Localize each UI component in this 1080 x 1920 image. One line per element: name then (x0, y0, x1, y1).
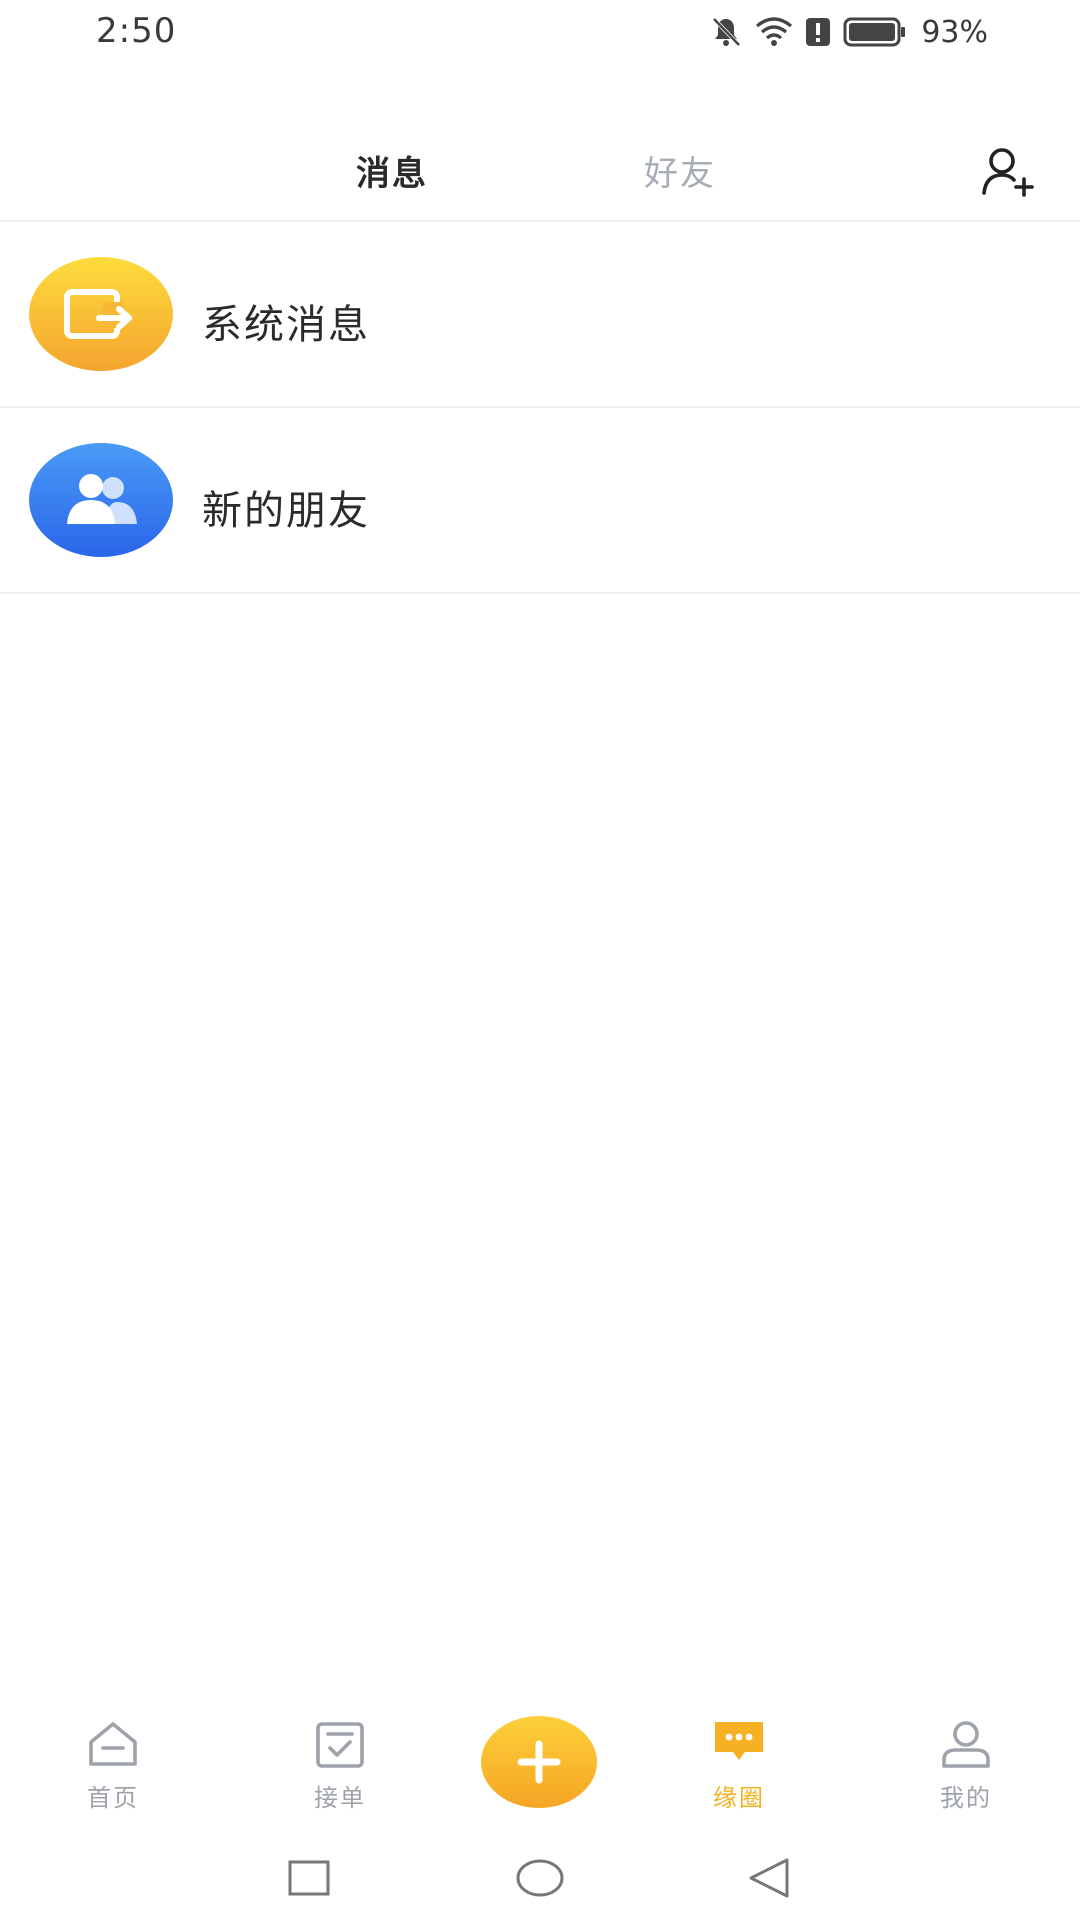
nav-label: 我的 (940, 1784, 992, 1812)
header: 消息 好友 (0, 120, 1080, 220)
list-item-new-friends[interactable]: 新的朋友 (0, 408, 1080, 592)
profile-icon (942, 1721, 990, 1768)
plus-icon (517, 1740, 561, 1784)
list-item-system-messages[interactable]: 系统消息 (0, 222, 1080, 406)
home-icon (89, 1722, 137, 1766)
nav-item-home[interactable]: 首页 (53, 1700, 173, 1820)
order-check-icon (316, 1722, 364, 1768)
publish-button[interactable] (481, 1716, 597, 1808)
new-friends-avatar (29, 443, 173, 557)
bell-off-icon (712, 17, 741, 47)
status-icons: 93% (709, 14, 988, 50)
home-circle-icon (516, 1859, 564, 1897)
row-divider (0, 592, 1080, 594)
system-message-icon (64, 289, 132, 339)
nav-item-me[interactable]: 我的 (906, 1700, 1026, 1820)
status-bar: 2:50 93% (0, 0, 1080, 66)
nav-label: 接单 (314, 1784, 366, 1812)
wifi-icon (756, 17, 793, 46)
list-item-label: 系统消息 (202, 302, 370, 348)
back-triangle-icon (749, 1858, 789, 1898)
tab-messages[interactable]: 消息 (356, 146, 428, 195)
nav-label: 首页 (87, 1784, 139, 1812)
battery-percent: 93% (921, 14, 988, 50)
messages-screen: 2:50 93% 消息 好友 系统消息 新的朋友 首页 接单 缘圈 我的 (0, 0, 1080, 1920)
back-button[interactable] (739, 1848, 799, 1908)
recents-square-icon (288, 1860, 330, 1896)
new-friends-icon (67, 474, 137, 524)
status-time: 2:50 (96, 11, 177, 51)
recents-button[interactable] (279, 1848, 339, 1908)
add-friend-button[interactable] (976, 140, 1040, 204)
nav-item-orders[interactable]: 接单 (280, 1700, 400, 1820)
alert-icon (806, 18, 831, 46)
battery-icon (843, 17, 906, 47)
home-button[interactable] (510, 1848, 570, 1908)
chat-bubble-icon (715, 1722, 763, 1760)
nav-item-circle[interactable]: 缘圈 (679, 1700, 799, 1820)
tab-friends[interactable]: 好友 (644, 146, 716, 195)
add-user-icon (982, 148, 1034, 197)
list-item-label: 新的朋友 (202, 488, 370, 534)
system-message-avatar (29, 257, 173, 371)
system-nav-bar (0, 1840, 1080, 1920)
nav-label: 缘圈 (713, 1784, 765, 1812)
